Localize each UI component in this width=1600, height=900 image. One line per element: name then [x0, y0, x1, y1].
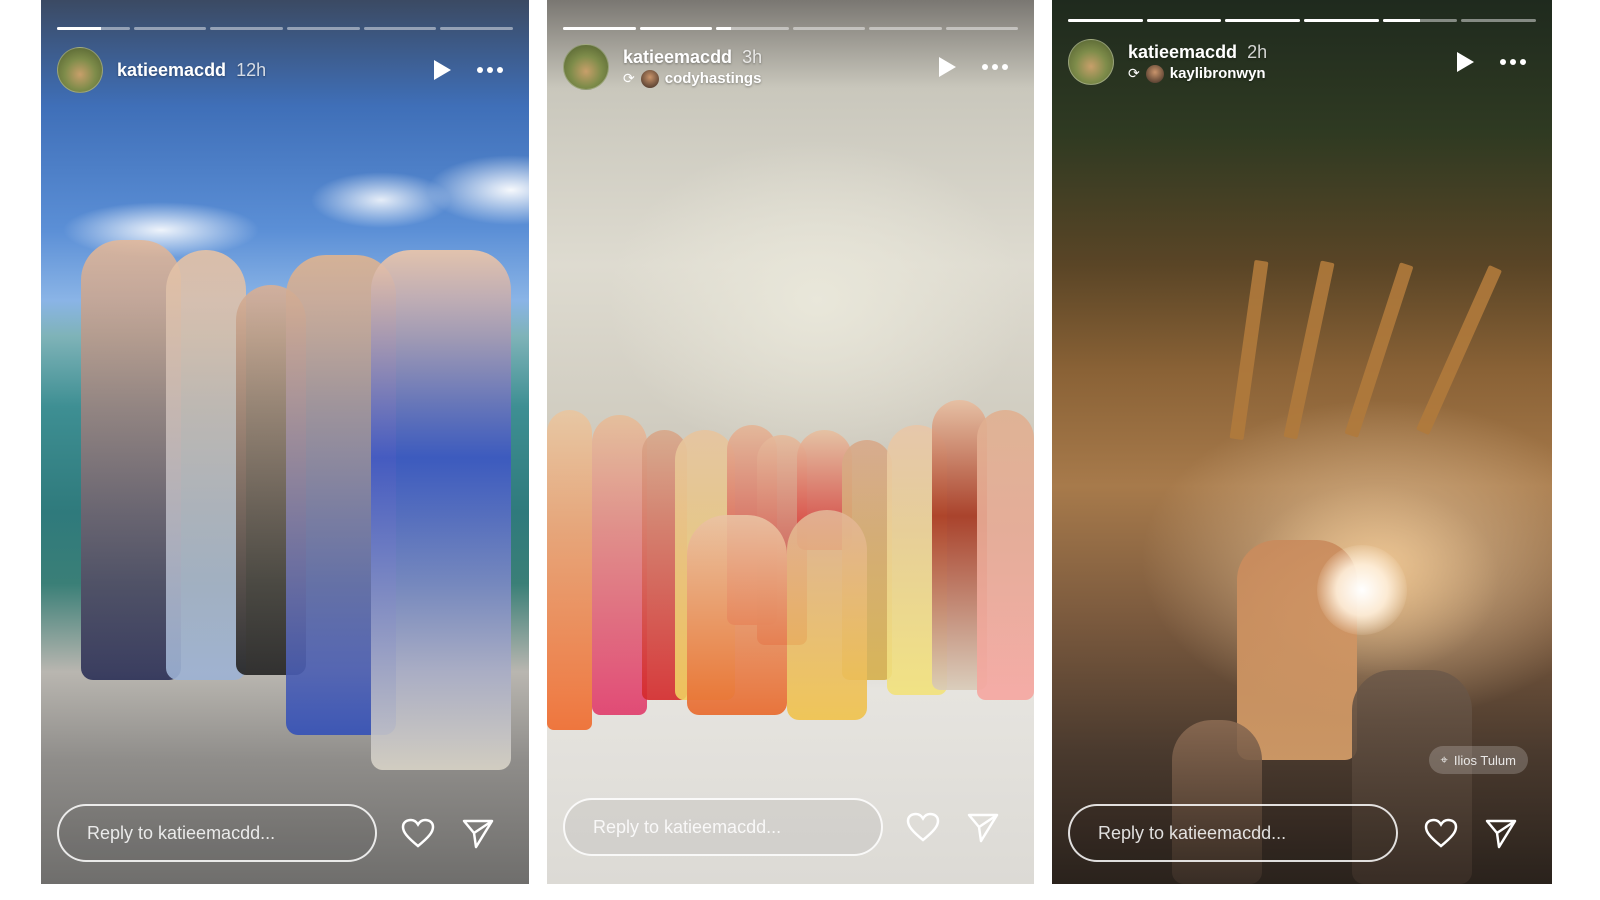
progress-segment — [1461, 19, 1537, 22]
progress-segment — [287, 27, 360, 30]
post-time: 3h — [742, 46, 763, 67]
progress-segment — [1382, 19, 1458, 22]
location-name: Ilios Tulum — [1453, 752, 1516, 768]
reply-input[interactable]: Reply to katieemacdd... — [57, 804, 377, 862]
repost-icon: ⟳ — [623, 70, 635, 86]
progress-segment — [792, 27, 865, 30]
repost-icon: ⟳ — [1128, 65, 1140, 81]
story-footer: Reply to katieemacdd... — [1068, 802, 1536, 864]
repost-avatar — [1145, 64, 1164, 83]
story-progress-bar — [57, 27, 514, 30]
story-progress-bar — [563, 27, 1018, 30]
progress-segment — [1225, 19, 1301, 22]
progress-segment — [57, 27, 130, 30]
repost-username[interactable]: kaylibronwyn — [1170, 65, 1266, 82]
progress-segment — [1304, 19, 1379, 22]
progress-segment — [563, 27, 636, 30]
repost-avatar — [640, 69, 659, 88]
avatar[interactable] — [1068, 39, 1114, 85]
story-card-1[interactable]: katieemacdd 12h Reply to katieemacdd... — [41, 0, 529, 884]
username[interactable]: katieemacdd — [623, 47, 732, 68]
location-pin-icon: ⌖ — [1440, 752, 1448, 767]
progress-segment — [1068, 19, 1143, 22]
send-icon[interactable] — [1484, 816, 1518, 850]
username[interactable]: katieemacdd — [117, 60, 226, 81]
story-progress-bar — [1068, 19, 1537, 22]
story-footer: Reply to katieemacdd... — [57, 802, 513, 864]
post-time: 12h — [236, 59, 267, 80]
progress-segment — [363, 27, 437, 30]
progress-segment — [639, 27, 712, 30]
reply-input[interactable]: Reply to katieemacdd... — [563, 798, 883, 856]
heart-icon[interactable] — [401, 816, 435, 850]
location-sticker[interactable]: ⌖ Ilios Tulum — [1428, 746, 1528, 774]
reply-input[interactable]: Reply to katieemacdd... — [1068, 804, 1398, 862]
story-header: katieemacdd 12h — [57, 46, 513, 94]
progress-segment — [133, 27, 207, 30]
progress-segment — [869, 27, 942, 30]
send-icon[interactable] — [461, 816, 495, 850]
progress-segment — [945, 27, 1018, 30]
avatar[interactable] — [57, 47, 103, 93]
progress-segment — [716, 27, 789, 30]
story-header: katieemacdd 2h ⟳ kaylibronwyn — [1068, 38, 1536, 86]
heart-icon[interactable] — [1424, 816, 1458, 850]
play-icon[interactable] — [1457, 52, 1474, 72]
repost-username[interactable]: codyhastings — [665, 70, 762, 87]
story-header: katieemacdd 3h ⟳ codyhastings — [563, 43, 1018, 91]
progress-segment — [1146, 19, 1222, 22]
progress-segment — [210, 27, 284, 30]
avatar[interactable] — [563, 44, 609, 90]
more-options-icon[interactable] — [1500, 59, 1526, 65]
play-icon[interactable] — [939, 57, 956, 77]
username[interactable]: katieemacdd — [1128, 42, 1237, 63]
post-time: 2h — [1247, 41, 1268, 62]
heart-icon[interactable] — [906, 810, 940, 844]
play-icon[interactable] — [434, 60, 451, 80]
more-options-icon[interactable] — [982, 64, 1008, 70]
more-options-icon[interactable] — [477, 67, 503, 73]
story-card-3[interactable]: katieemacdd 2h ⟳ kaylibronwyn ⌖ Ilios Tu… — [1052, 0, 1552, 884]
story-footer: Reply to katieemacdd... — [563, 796, 1018, 858]
send-icon[interactable] — [966, 810, 1000, 844]
progress-segment — [440, 27, 514, 30]
story-card-2[interactable]: katieemacdd 3h ⟳ codyhastings Reply to k… — [547, 0, 1034, 884]
